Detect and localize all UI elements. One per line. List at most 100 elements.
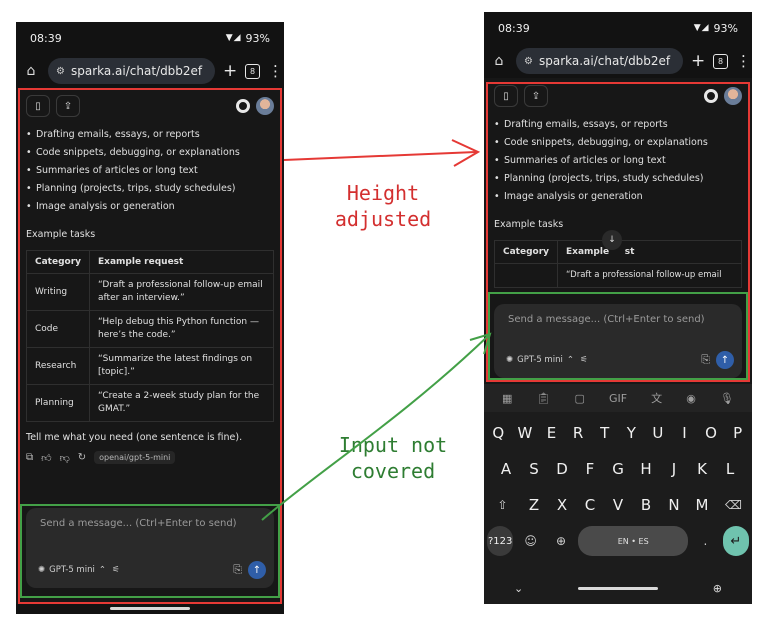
shift-key-icon[interactable]: ⇧ bbox=[487, 490, 518, 520]
key-x[interactable]: X bbox=[550, 490, 574, 520]
table-row: Writing “Draft a professional follow-up … bbox=[25, 273, 274, 311]
list-item: Summaries of articles or long text bbox=[494, 152, 742, 170]
home-icon[interactable]: ⌂ bbox=[22, 63, 40, 79]
gif-button[interactable]: GIF bbox=[609, 392, 627, 405]
hide-keyboard-icon[interactable]: ⌄ bbox=[514, 582, 523, 595]
tab-switcher-icon[interactable]: 8 bbox=[245, 63, 260, 79]
period-key[interactable]: . bbox=[692, 526, 718, 556]
globe-key-icon[interactable]: ⊕ bbox=[548, 526, 574, 556]
keyboard-row-2: A S D F G H J K L bbox=[484, 454, 752, 484]
list-item: Drafting emails, essays, or reports bbox=[26, 126, 274, 144]
keyboard-nav: ⌄ ⊕ bbox=[484, 578, 752, 598]
status-bar: 08:39 ▼◢ 93% bbox=[484, 12, 752, 44]
translate-icon[interactable]: 文 bbox=[651, 390, 662, 406]
home-icon[interactable]: ⌂ bbox=[490, 53, 508, 69]
sticker-icon[interactable]: ▢ bbox=[575, 392, 585, 405]
message-input[interactable]: Send a message... (Ctrl+Enter to send) bbox=[508, 314, 732, 325]
key-k[interactable]: K bbox=[690, 454, 714, 484]
key-r[interactable]: R bbox=[567, 418, 590, 448]
language-globe-icon[interactable]: ⊕ bbox=[713, 582, 722, 595]
column-header: Example st bbox=[557, 240, 742, 264]
key-g[interactable]: G bbox=[606, 454, 630, 484]
attach-icon[interactable]: ⎘ bbox=[233, 563, 242, 577]
chevron-up-icon: ⌃ bbox=[98, 565, 106, 575]
key-y[interactable]: Y bbox=[620, 418, 643, 448]
tools-icon[interactable]: ⚟ bbox=[580, 355, 588, 365]
share-icon[interactable]: ⇪ bbox=[56, 95, 80, 117]
key-z[interactable]: Z bbox=[522, 490, 546, 520]
red-arrowhead-icon bbox=[451, 139, 481, 167]
key-v[interactable]: V bbox=[606, 490, 630, 520]
scroll-down-button[interactable]: ↓ bbox=[602, 230, 622, 250]
column-header: Example request bbox=[89, 250, 274, 274]
clipboard-icon[interactable]: 📋︎ bbox=[537, 392, 551, 405]
key-w[interactable]: W bbox=[514, 418, 537, 448]
enter-key-icon[interactable]: ↵ bbox=[722, 526, 750, 556]
table-cell: Code bbox=[25, 310, 91, 348]
key-u[interactable]: U bbox=[647, 418, 670, 448]
avatar[interactable] bbox=[724, 87, 742, 105]
thumbs-up-icon[interactable]: 👍︎ bbox=[41, 452, 51, 464]
key-f[interactable]: F bbox=[578, 454, 602, 484]
key-i[interactable]: I bbox=[673, 418, 696, 448]
key-t[interactable]: T bbox=[593, 418, 616, 448]
message-input[interactable]: Send a message... (Ctrl+Enter to send) bbox=[40, 518, 264, 529]
key-c[interactable]: C bbox=[578, 490, 602, 520]
address-bar[interactable]: ⚙ sparka.ai/chat/dbb2ef bbox=[48, 58, 215, 84]
share-icon[interactable]: ⇪ bbox=[524, 85, 548, 107]
avatar[interactable] bbox=[256, 97, 274, 115]
address-bar[interactable]: ⚙ sparka.ai/chat/dbb2ef bbox=[516, 48, 683, 74]
emoji-key-icon[interactable]: ☺ bbox=[517, 526, 543, 556]
key-j[interactable]: J bbox=[662, 454, 686, 484]
more-menu-icon[interactable]: ⋮ bbox=[268, 62, 283, 80]
message-composer: Send a message... (Ctrl+Enter to send) ✺… bbox=[494, 304, 742, 378]
key-q[interactable]: Q bbox=[487, 418, 510, 448]
key-d[interactable]: D bbox=[550, 454, 574, 484]
key-h[interactable]: H bbox=[634, 454, 658, 484]
attach-icon[interactable]: ⎘ bbox=[701, 353, 710, 367]
sidebar-toggle-icon[interactable]: ▯ bbox=[26, 95, 50, 117]
key-b[interactable]: B bbox=[634, 490, 658, 520]
more-menu-icon[interactable]: ⋮ bbox=[736, 52, 751, 70]
send-button[interactable]: ↑ bbox=[716, 351, 734, 369]
phone-before: 08:39 ▼◢ 93% ⌂ ⚙ sparka.ai/chat/dbb2ef +… bbox=[16, 22, 284, 614]
copy-icon[interactable]: ⧉ bbox=[26, 452, 33, 463]
github-icon[interactable] bbox=[236, 99, 250, 113]
send-button[interactable]: ↑ bbox=[248, 561, 266, 579]
model-icon: ✺ bbox=[506, 355, 514, 365]
model-selector[interactable]: ✺ GPT-5 mini ⌃ bbox=[506, 355, 574, 365]
key-a[interactable]: A bbox=[494, 454, 518, 484]
annotation-input-not-covered: Input not covered bbox=[338, 433, 448, 483]
thumbs-down-icon[interactable]: 👎︎ bbox=[60, 452, 70, 464]
list-item: Image analysis or generation bbox=[26, 198, 274, 216]
github-icon[interactable] bbox=[704, 89, 718, 103]
symbols-key[interactable]: ?123 bbox=[486, 526, 514, 556]
retry-icon[interactable]: ↻ bbox=[78, 452, 86, 463]
tab-switcher-icon[interactable]: 8 bbox=[713, 53, 728, 69]
tools-icon[interactable]: ⚟ bbox=[112, 565, 120, 575]
key-l[interactable]: L bbox=[718, 454, 742, 484]
capability-list: Drafting emails, essays, or reports Code… bbox=[26, 126, 274, 216]
model-selector[interactable]: ✺ GPT-5 mini ⌃ bbox=[38, 565, 106, 575]
space-bar[interactable]: EN • ES bbox=[578, 526, 689, 556]
apps-grid-icon[interactable]: ▦ bbox=[502, 392, 512, 405]
message-actions: ⧉ 👍︎ 👎︎ ↻ openai/gpt-5-mini bbox=[26, 451, 274, 464]
key-e[interactable]: E bbox=[540, 418, 563, 448]
site-settings-icon[interactable]: ⚙ bbox=[524, 56, 533, 67]
key-p[interactable]: P bbox=[726, 418, 749, 448]
backspace-key-icon[interactable]: ⌫ bbox=[718, 490, 749, 520]
new-tab-icon[interactable]: + bbox=[223, 61, 237, 81]
red-arrow-icon bbox=[283, 151, 477, 161]
palette-icon[interactable]: ◉ bbox=[686, 392, 696, 405]
list-item: Code snippets, debugging, or explanation… bbox=[26, 144, 274, 162]
key-s[interactable]: S bbox=[522, 454, 546, 484]
key-o[interactable]: O bbox=[700, 418, 723, 448]
key-m[interactable]: M bbox=[690, 490, 714, 520]
status-time: 08:39 bbox=[30, 31, 62, 45]
key-n[interactable]: N bbox=[662, 490, 686, 520]
sidebar-toggle-icon[interactable]: ▯ bbox=[494, 85, 518, 107]
mic-icon[interactable]: 🎙︎ bbox=[720, 392, 734, 405]
new-tab-icon[interactable]: + bbox=[691, 51, 705, 71]
phone-after: 08:39 ▼◢ 93% ⌂ ⚙ sparka.ai/chat/dbb2ef +… bbox=[484, 12, 752, 604]
site-settings-icon[interactable]: ⚙ bbox=[56, 66, 65, 77]
